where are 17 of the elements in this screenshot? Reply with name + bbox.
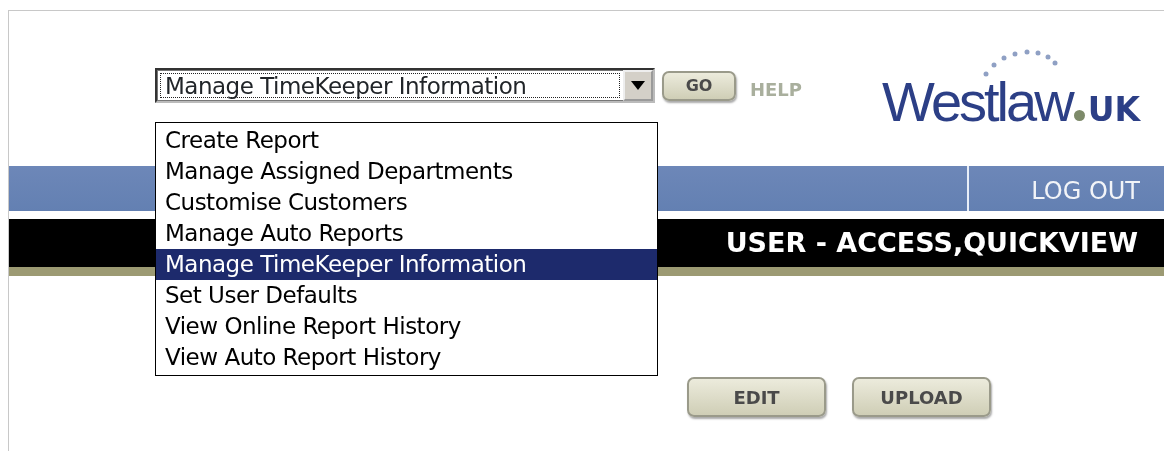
page-title: USER - ACCESS,QUICKVIEW <box>725 225 1139 260</box>
select-value: Manage TimeKeeper Information <box>160 73 620 98</box>
logo-suffix: UK <box>1087 90 1140 130</box>
dropdown-option[interactable]: Set User Defaults <box>156 280 657 311</box>
logo-dot-icon <box>1073 110 1085 121</box>
go-button[interactable]: GO <box>662 71 736 101</box>
dropdown-option[interactable]: View Auto Report History <box>156 342 657 373</box>
dropdown-option[interactable]: Manage Auto Reports <box>156 218 657 249</box>
dropdown-option[interactable]: Manage TimeKeeper Information <box>156 249 657 280</box>
dropdown-option[interactable]: Manage Assigned Departments <box>156 156 657 187</box>
dropdown-option[interactable]: Customise Customers <box>156 187 657 218</box>
dropdown-option[interactable]: Create Report <box>156 125 657 156</box>
action-button[interactable]: UPLOAD <box>852 377 991 417</box>
logo-text: Westlaw <box>882 74 1072 130</box>
menu-select[interactable]: Manage TimeKeeper Information <box>155 68 655 103</box>
dropdown-option[interactable]: View Online Report History <box>156 311 657 342</box>
action-button[interactable]: EDIT <box>687 377 826 417</box>
